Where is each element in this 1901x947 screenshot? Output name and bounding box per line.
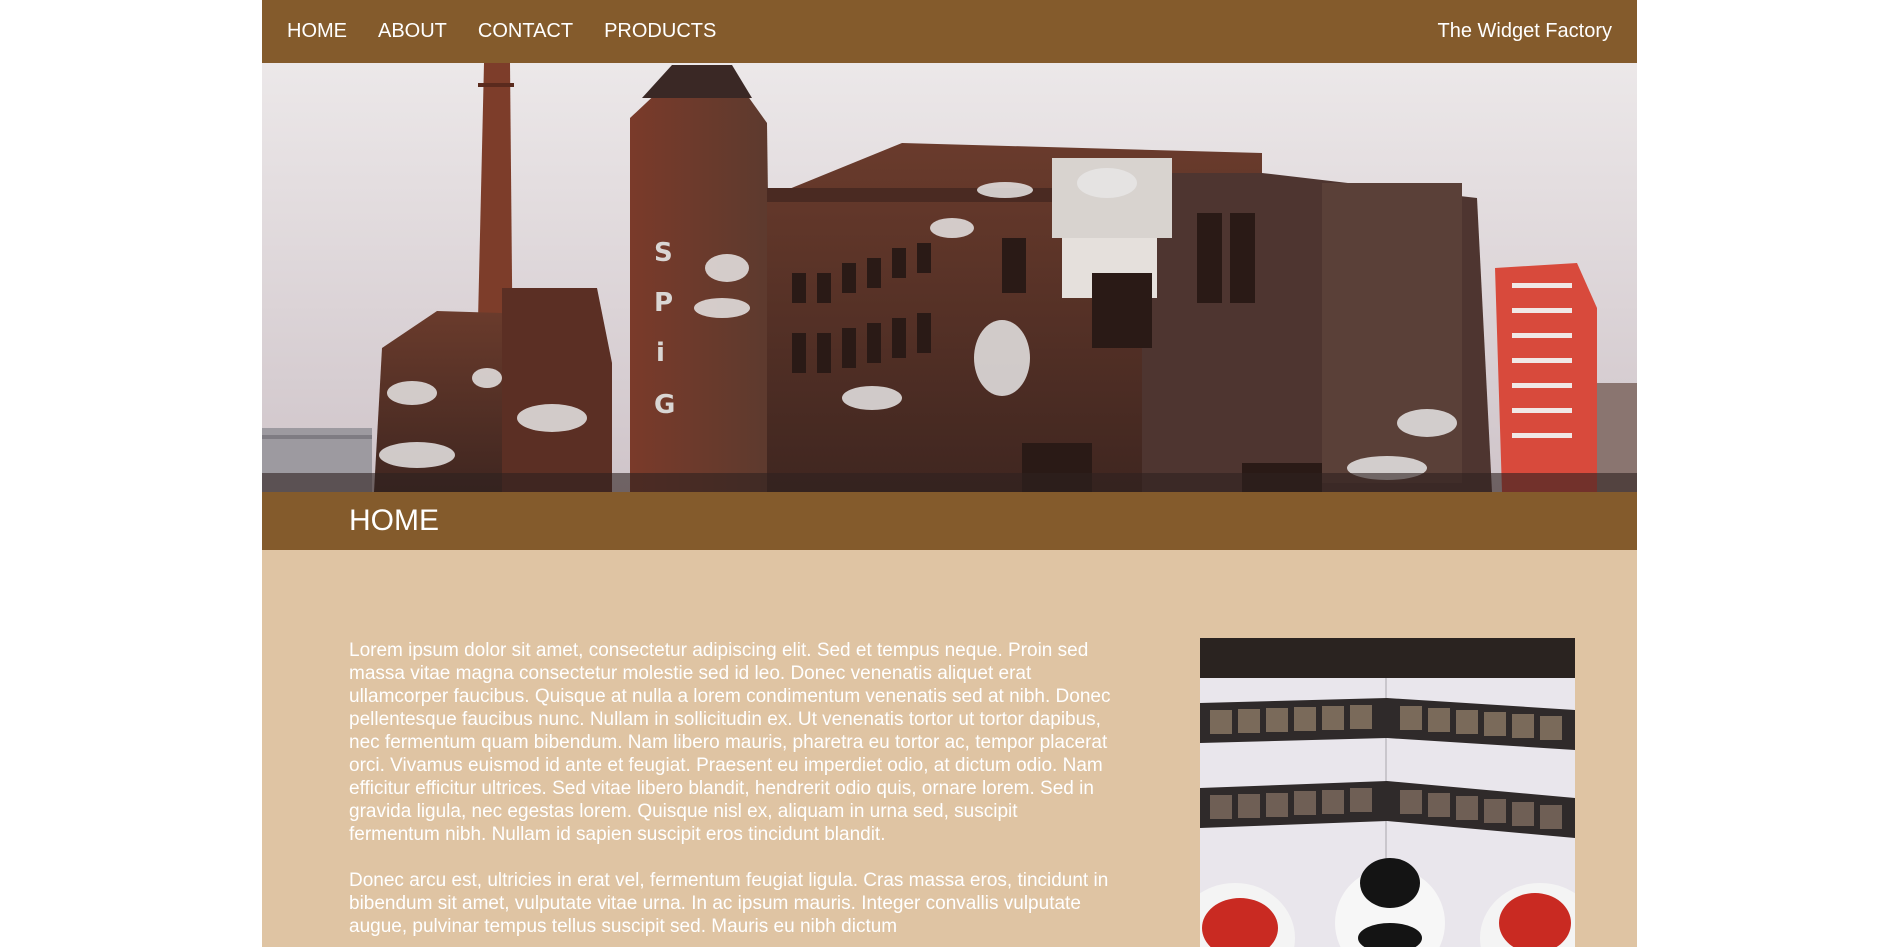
main-content: Lorem ipsum dolor sit amet, consectetur … xyxy=(262,550,1637,947)
svg-text:G: G xyxy=(654,390,675,420)
svg-text:i: i xyxy=(656,338,665,368)
nav-link-home[interactable]: HOME xyxy=(287,20,347,43)
nav-link-about[interactable]: ABOUT xyxy=(378,20,447,43)
paragraph-1: Lorem ipsum dolor sit amet, consectetur … xyxy=(349,640,1111,845)
nav-link-contact[interactable]: CONTACT xyxy=(478,20,573,43)
site-title: The Widget Factory xyxy=(1437,20,1612,42)
page-title-bar: HOME xyxy=(262,492,1637,550)
nav-link-products[interactable]: PRODUCTS xyxy=(604,20,716,43)
hero-image-factory: S P i G xyxy=(262,63,1637,492)
paragraph-2: Donec arcu est, ultricies in erat vel, f… xyxy=(349,870,1109,937)
text-column: Lorem ipsum dolor sit amet, consectetur … xyxy=(349,639,1113,947)
svg-text:P: P xyxy=(654,288,673,318)
page-title: HOME xyxy=(349,504,439,537)
side-image-lounge-chairs xyxy=(1200,638,1575,947)
main-nav: HOME ABOUT CONTACT PRODUCTS xyxy=(287,20,716,43)
svg-text:S: S xyxy=(654,238,673,268)
page-container: HOME ABOUT CONTACT PRODUCTS The Widget F… xyxy=(262,0,1637,947)
top-navigation-bar: HOME ABOUT CONTACT PRODUCTS The Widget F… xyxy=(262,0,1637,63)
